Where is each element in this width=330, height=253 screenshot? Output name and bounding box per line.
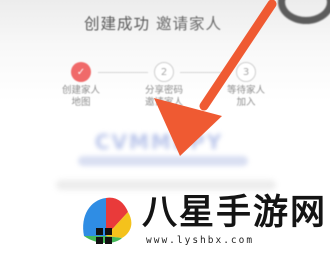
person-icon: 3	[236, 62, 256, 82]
close-icon[interactable]	[278, 0, 330, 24]
blurred-text-line	[56, 180, 276, 190]
site-name: 八星手游网	[142, 193, 328, 233]
site-url: www.lyshbx.com	[146, 235, 255, 246]
check-icon: ✓	[71, 62, 91, 82]
step-label-line2: 邀请家人	[144, 97, 183, 108]
site-logo-icon	[83, 197, 132, 244]
title-accent: 邀请家人	[155, 15, 222, 33]
step-number: 2	[154, 62, 174, 82]
step-label-line2: 加入	[236, 97, 256, 108]
progress-steps: ✓ 创建家人 地图 2 分享密码 邀请家人 3 等待家人 加入	[56, 62, 292, 122]
screen: 创建成功 邀请家人 ✓ 创建家人 地图 2 分享密码 邀请家人 3 等待家人 加…	[0, 0, 330, 253]
dialog-title: 创建成功 邀请家人	[84, 12, 222, 34]
invite-code[interactable]: CVMMBPY	[84, 130, 234, 156]
step-wait-family: 3 等待家人 加入	[217, 62, 275, 109]
invite-hint-blurred	[78, 156, 248, 166]
title-main: 创建成功	[84, 15, 151, 33]
step-share-code: 2 分享密码 邀请家人	[135, 62, 193, 109]
step-label-line1: 创建家人	[61, 85, 100, 96]
site-watermark: 八星手游网 www.lyshbx.com	[76, 192, 326, 250]
step-create-map: ✓ 创建家人 地图	[52, 62, 110, 109]
step-label-line2: 地图	[71, 97, 91, 108]
step-label-line1: 分享密码	[144, 85, 183, 96]
step-label-line1: 等待家人	[226, 85, 265, 96]
